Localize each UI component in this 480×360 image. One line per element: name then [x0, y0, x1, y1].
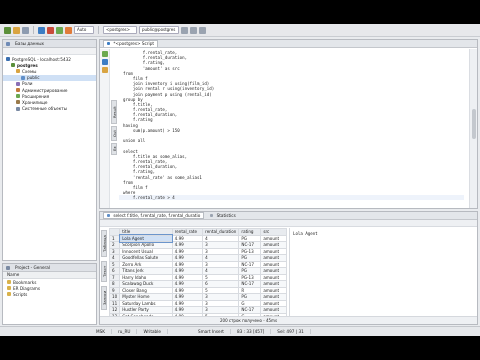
search-icon[interactable]	[181, 26, 188, 34]
commit-icon[interactable]	[56, 26, 63, 34]
tree-node-label: Роли	[22, 81, 33, 87]
column-header[interactable]: rental_duration	[202, 228, 240, 236]
project-name-column: Name	[3, 272, 96, 279]
open-folder-icon[interactable]	[13, 26, 20, 34]
editor-tab-bar: *<postgres> Script	[100, 40, 477, 48]
project-item-label: ER Diagrams	[13, 285, 41, 291]
project-item-label: Scripts	[13, 291, 28, 297]
editor-side-tab[interactable]: Result	[111, 100, 117, 124]
status-mode: Writable	[137, 329, 168, 334]
folder-icon	[7, 280, 11, 285]
status-selection: Sel: 497 | 31	[271, 329, 311, 334]
tree-node-label: public	[27, 75, 40, 81]
tree-node-label: PostgreSQL - localhost:5432	[12, 56, 71, 62]
tree-node-icon	[16, 100, 20, 105]
schema-combo[interactable]: public@postgres	[139, 26, 179, 34]
navigator-header: Базы данных	[3, 40, 96, 48]
transaction-mode-combo[interactable]: Auto	[74, 26, 94, 34]
script-icon	[107, 42, 110, 45]
save-icon[interactable]	[22, 26, 29, 34]
results-side-tab[interactable]: Записи	[101, 286, 107, 310]
tree-node-label: postgres	[17, 62, 38, 68]
execute-icon[interactable]	[102, 51, 108, 57]
folder-icon	[7, 286, 11, 291]
results-tab-bar: select f.title, f.rental_rate, f.rental_…	[100, 212, 477, 220]
scrollbar-thumb[interactable]	[472, 109, 476, 139]
status-locale: ru_RU	[112, 329, 138, 334]
grid-body: 1 Lola Agent 4.99 4 PG amount 2 Scorpion Apollo…	[109, 234, 287, 316]
results-footer: 200 строк получено - 45ms	[100, 316, 477, 324]
row-count-info: 200 строк получено - 45ms	[220, 318, 278, 323]
tree-node-icon	[11, 63, 15, 68]
value-viewer-panel[interactable]: Lola Agent	[289, 228, 477, 316]
tree-node-icon	[21, 75, 25, 80]
datasource-combo[interactable]: <postgres>	[103, 26, 137, 34]
screen: Auto <postgres> public@postgres Базы дан…	[0, 0, 480, 360]
tree-node-label: Администрирование	[22, 87, 68, 93]
new-connection-icon[interactable]	[4, 26, 11, 34]
value-viewer-text: Lola Agent	[293, 231, 318, 236]
toolbar-divider	[33, 26, 34, 34]
folder-icon	[7, 292, 11, 297]
editor-side-tab[interactable]: Out	[111, 126, 117, 141]
execute-script-icon[interactable]	[102, 59, 108, 65]
tab-statistics[interactable]: Statistics	[207, 213, 239, 218]
project-list: Bookmarks ER Diagrams Scripts	[3, 279, 96, 298]
tree-node-icon	[16, 69, 20, 74]
results-grid: title rental_rate rental_duration rating src…	[109, 228, 287, 316]
results-grid-container: title rental_rate rental_duration rating src…	[109, 228, 287, 316]
tree-node-label: Хранилище	[22, 99, 48, 105]
application-window: Auto <postgres> public@postgres Базы дан…	[0, 24, 480, 336]
status-timezone: MSK	[90, 329, 113, 334]
editor-tab-label: *<postgres> Script	[113, 41, 155, 46]
navigator-tree-item[interactable]: Системные объекты	[3, 106, 96, 112]
results-side-tab[interactable]: Таблица	[101, 230, 107, 257]
code-line: f.rental_rate > 4	[119, 195, 464, 201]
tree-node-icon	[16, 81, 20, 86]
tree-node-icon	[16, 94, 20, 99]
code-area[interactable]: f.rental_rate, f.rental_duration, f.rati…	[119, 50, 464, 208]
results-panel: select f.title, f.rental_rate, f.rental_…	[99, 211, 478, 325]
explain-plan-icon[interactable]	[102, 67, 108, 73]
status-insert-mode: Smart Insert	[168, 329, 231, 334]
navigator-tree: PostgreSQL - localhost:5432 postgres Схемы…	[3, 55, 96, 112]
toolbar-divider	[98, 26, 99, 34]
project-item[interactable]: Scripts	[3, 291, 96, 297]
tree-node-icon	[16, 106, 20, 111]
disconnect-icon[interactable]	[47, 26, 54, 34]
tree-node-label: Системные объекты	[22, 106, 68, 112]
navigator-toolbar	[3, 48, 96, 55]
results-tab-label: select f.title, f.rental_rate, f.rental_…	[113, 213, 201, 218]
statistics-tab-label: Statistics	[216, 213, 236, 218]
database-navigator: Базы данных PostgreSQL - localhost:5432 p…	[2, 39, 97, 261]
status-cursor-position: 83 : 33 [457]	[231, 329, 272, 334]
editor-side-tab[interactable]: Ex	[111, 143, 117, 155]
results-side-tab[interactable]: Текст	[101, 261, 107, 282]
tab-script[interactable]: *<postgres> Script	[103, 40, 159, 47]
editor-scrollbar[interactable]	[469, 49, 477, 208]
rollback-icon[interactable]	[65, 26, 72, 34]
tab-query-result[interactable]: select f.title, f.rental_rate, f.rental_…	[103, 212, 205, 219]
editor-side-toolbar	[100, 49, 110, 208]
tree-node-icon	[16, 88, 20, 93]
sql-editor-icon[interactable]	[38, 26, 45, 34]
project-panel: Project - General Name Bookmarks ER Diagr…	[2, 263, 97, 325]
project-item-label: Bookmarks	[13, 279, 37, 285]
project-title: Project - General	[15, 265, 51, 270]
navigate-back-icon[interactable]	[190, 26, 197, 34]
sql-editor: *<postgres> Script Result Out Ex f.rental_…	[99, 39, 478, 209]
grid-icon	[107, 214, 110, 217]
statistics-icon	[210, 214, 214, 217]
navigate-forward-icon[interactable]	[199, 26, 206, 34]
database-icon	[6, 41, 10, 46]
project-header: Project - General	[3, 264, 96, 272]
main-toolbar: Auto <postgres> public@postgres	[0, 24, 480, 37]
results-filter-bar[interactable]	[100, 220, 477, 227]
navigator-title: Базы данных	[15, 41, 45, 46]
status-bar: MSK ru_RU Writable Smart Insert 83 : 33 …	[0, 326, 480, 336]
tree-node-label: Расширения	[22, 93, 50, 99]
project-icon	[6, 265, 10, 270]
tree-node-label: Схемы	[22, 68, 37, 74]
tree-node-icon	[6, 57, 10, 62]
